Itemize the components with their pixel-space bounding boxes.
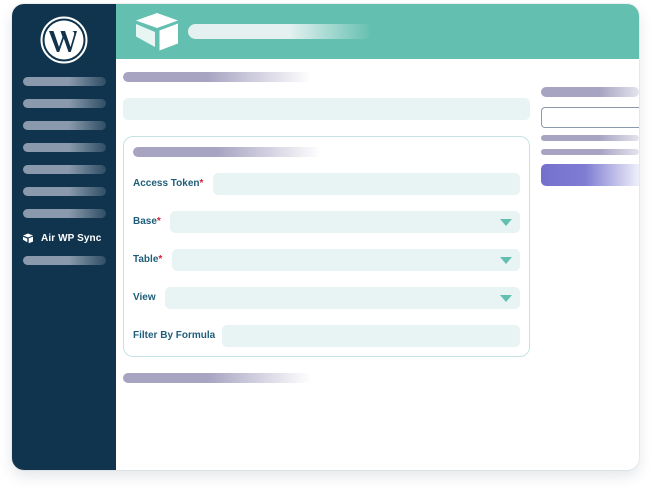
wide-field-placeholder[interactable] [123, 98, 530, 120]
base-select[interactable] [170, 211, 520, 233]
access-token-input[interactable] [213, 173, 520, 195]
sidebar-item-label: Air WP Sync [41, 232, 102, 244]
view-label: View [133, 292, 156, 303]
sidebar-item-air-wp-sync[interactable]: Air WP Sync [22, 231, 101, 245]
table-select[interactable] [172, 249, 520, 271]
sidebar-item-placeholder[interactable] [23, 209, 106, 218]
right-input-placeholder[interactable] [541, 107, 639, 128]
view-select[interactable] [165, 287, 520, 309]
access-token-label: Access Token* [133, 178, 204, 189]
section-footer-placeholder [123, 373, 311, 383]
required-marker: * [158, 254, 163, 265]
required-marker: * [199, 178, 204, 189]
sidebar-item-placeholder[interactable] [23, 256, 106, 265]
table-label: Table* [133, 254, 163, 265]
filter-by-formula-label: Filter By Formula [133, 330, 216, 341]
sidebar-item-placeholder[interactable] [23, 99, 106, 108]
right-text-placeholder [541, 135, 639, 141]
panel-title-placeholder [133, 147, 321, 157]
required-marker: * [156, 216, 161, 227]
sidebar-item-placeholder[interactable] [23, 121, 106, 130]
sidebar-item-placeholder[interactable] [23, 187, 106, 196]
airtable-small-icon [23, 233, 33, 243]
right-action-button[interactable] [541, 164, 639, 186]
right-title-placeholder [541, 87, 639, 97]
wordpress-logo[interactable] [40, 16, 88, 64]
chevron-down-icon [500, 295, 512, 302]
airtable-settings-panel [123, 136, 530, 357]
app-window: Air WP Sync Access Token* Base* Table* V… [12, 4, 639, 470]
filter-by-formula-input[interactable] [222, 325, 520, 347]
header-title-placeholder [188, 24, 372, 39]
section-title-placeholder [123, 72, 311, 82]
base-label: Base* [133, 216, 161, 227]
sidebar-item-placeholder[interactable] [23, 143, 106, 152]
airtable-logo [136, 13, 178, 51]
sidebar: Air WP Sync [12, 4, 116, 470]
header [116, 4, 639, 59]
sidebar-item-placeholder[interactable] [23, 165, 106, 174]
chevron-down-icon [500, 257, 512, 264]
right-text-placeholder [541, 149, 639, 155]
chevron-down-icon [500, 219, 512, 226]
sidebar-item-placeholder[interactable] [23, 77, 106, 86]
